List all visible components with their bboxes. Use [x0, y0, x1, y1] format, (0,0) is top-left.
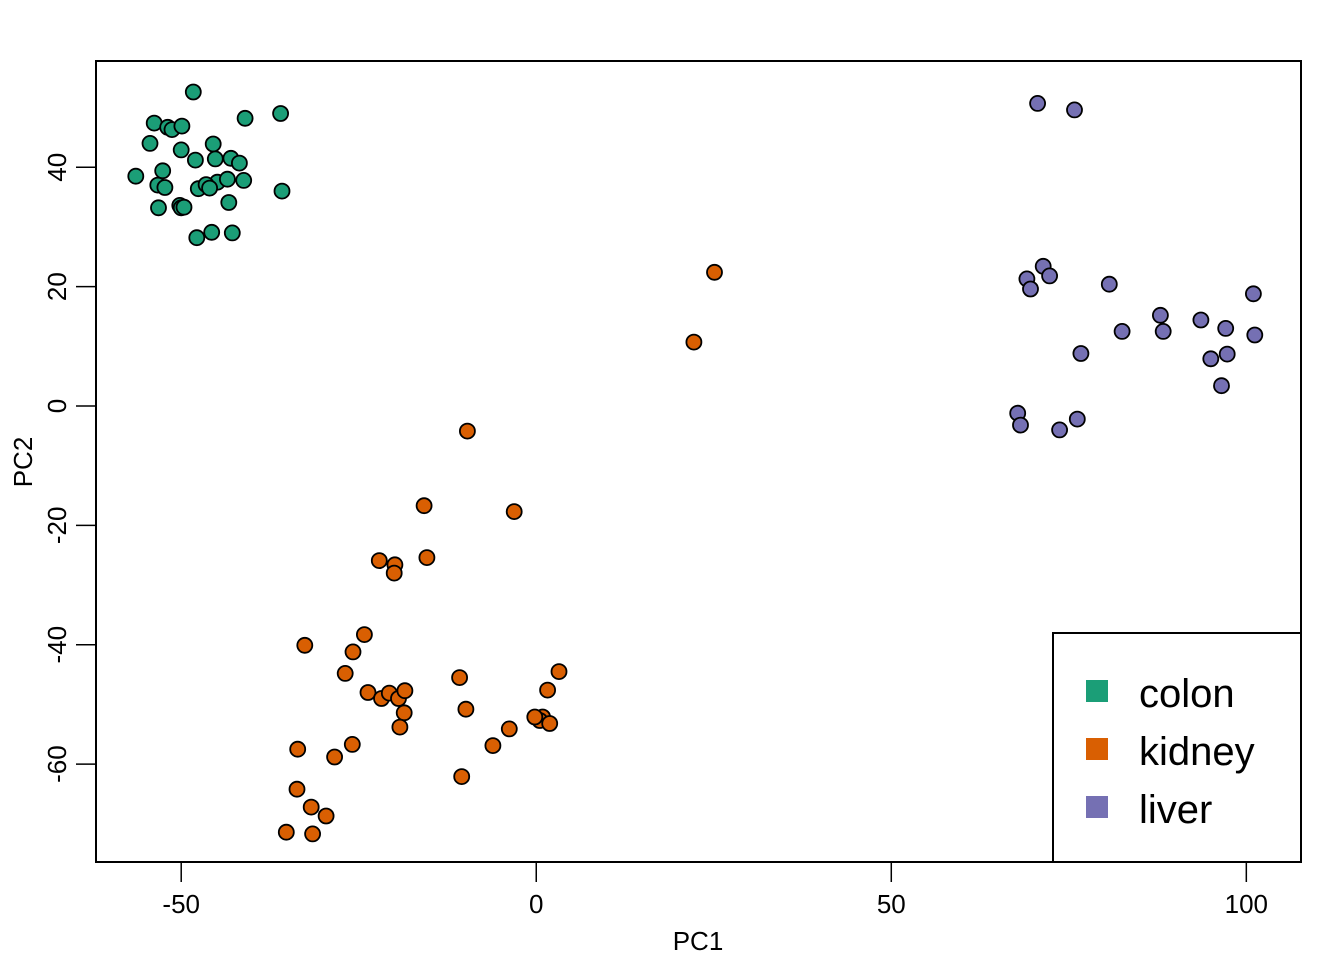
y-tick-label: -60 — [42, 745, 72, 783]
data-point-liver — [1192, 311, 1210, 329]
data-point-kidney — [484, 737, 502, 754]
legend: colon kidney liver — [1052, 632, 1302, 863]
legend-label-liver: liver — [1139, 788, 1212, 832]
data-point-kidney — [541, 715, 559, 732]
x-tick-label: 0 — [529, 889, 543, 919]
data-point-kidney — [706, 263, 723, 281]
data-point-kidney — [453, 768, 471, 785]
data-point-kidney — [505, 503, 523, 521]
series-kidney — [277, 263, 723, 843]
series-liver — [1009, 95, 1264, 439]
data-point-kidney — [391, 718, 409, 736]
data-point-kidney — [277, 823, 295, 841]
data-point-kidney — [326, 748, 344, 766]
data-point-colon — [156, 179, 174, 196]
data-point-colon — [186, 151, 204, 169]
data-point-kidney — [418, 549, 436, 566]
legend-label-kidney: kidney — [1139, 730, 1255, 774]
data-point-liver — [1213, 377, 1230, 395]
data-point-kidney — [457, 700, 475, 718]
data-point-colon — [203, 223, 221, 241]
data-point-kidney — [336, 665, 354, 682]
data-point-kidney — [396, 682, 414, 700]
x-axis-title: PC1 — [673, 926, 724, 956]
data-point-kidney — [370, 552, 388, 569]
y-tick-label: 0 — [42, 399, 72, 413]
data-point-colon — [235, 171, 253, 189]
y-tick-label: 20 — [42, 272, 72, 301]
data-point-liver — [1041, 267, 1058, 285]
data-point-kidney — [385, 564, 403, 582]
y-tick-label: -20 — [42, 507, 72, 545]
series-colon — [127, 83, 291, 247]
legend-swatch-kidney — [1086, 738, 1108, 760]
data-point-colon — [204, 135, 222, 153]
data-point-colon — [201, 179, 219, 197]
data-point-colon — [173, 117, 191, 135]
y-tick-label: -40 — [42, 626, 72, 664]
data-point-kidney — [317, 807, 335, 825]
data-point-liver — [1029, 95, 1046, 112]
data-point-colon — [184, 83, 202, 101]
x-tick-label: -50 — [162, 889, 200, 919]
x-tick-label: 100 — [1225, 889, 1268, 919]
data-point-colon — [230, 154, 248, 172]
data-point-colon — [175, 198, 193, 216]
y-tick-label: 40 — [42, 153, 72, 182]
data-point-colon — [273, 182, 291, 200]
data-point-kidney — [550, 663, 568, 680]
data-point-liver — [1113, 322, 1131, 340]
legend-label-colon: colon — [1139, 672, 1235, 716]
data-point-kidney — [539, 681, 556, 699]
data-point-colon — [150, 199, 167, 217]
data-point-liver — [1066, 101, 1083, 119]
x-axis: -50 0 50 100 — [162, 861, 1268, 919]
data-point-kidney — [304, 825, 322, 843]
data-point-liver — [1245, 285, 1262, 303]
data-point-colon — [272, 105, 290, 122]
data-point-kidney — [302, 798, 320, 816]
data-point-kidney — [343, 736, 361, 753]
data-point-kidney — [355, 626, 373, 643]
data-point-liver — [1218, 345, 1236, 363]
data-point-liver — [1100, 275, 1118, 293]
data-point-kidney — [415, 497, 433, 515]
data-point-colon — [236, 109, 254, 127]
data-point-kidney — [344, 643, 362, 661]
data-point-kidney — [288, 780, 306, 798]
data-point-liver — [1152, 306, 1169, 324]
pca-scatter-chart: -50 0 50 100 -60 -40 -20 0 20 40 PC1 PC2 colon k… — [8, 60, 1302, 956]
data-point-colon — [172, 141, 190, 159]
x-tick-label: 50 — [877, 889, 906, 919]
data-point-kidney — [395, 704, 413, 722]
data-point-liver — [1154, 322, 1172, 340]
data-point-kidney — [296, 636, 314, 654]
data-point-liver — [1072, 345, 1090, 362]
data-point-colon — [188, 229, 206, 247]
data-point-kidney — [500, 720, 518, 738]
data-point-kidney — [289, 740, 307, 758]
data-point-colon — [218, 170, 236, 188]
y-axis-title: PC2 — [8, 437, 38, 488]
data-point-colon — [154, 162, 172, 180]
data-point-liver — [1202, 350, 1220, 368]
data-point-liver — [1068, 410, 1086, 428]
data-point-liver — [1022, 280, 1039, 298]
legend-swatch-colon — [1086, 680, 1108, 702]
y-axis: -60 -40 -20 0 20 40 — [42, 153, 97, 783]
data-point-liver — [1217, 319, 1235, 337]
data-point-liver — [1051, 421, 1068, 439]
data-point-colon — [223, 224, 241, 242]
data-point-liver — [1012, 416, 1029, 434]
data-point-colon — [206, 150, 224, 168]
data-point-kidney — [685, 333, 703, 351]
data-point-liver — [1246, 326, 1264, 344]
data-point-kidney — [451, 669, 469, 686]
legend-swatch-liver — [1086, 796, 1108, 818]
data-point-kidney — [458, 422, 476, 440]
data-point-colon — [220, 194, 238, 211]
data-point-kidney — [526, 708, 544, 726]
data-point-colon — [141, 134, 159, 152]
data-point-colon — [127, 167, 145, 185]
